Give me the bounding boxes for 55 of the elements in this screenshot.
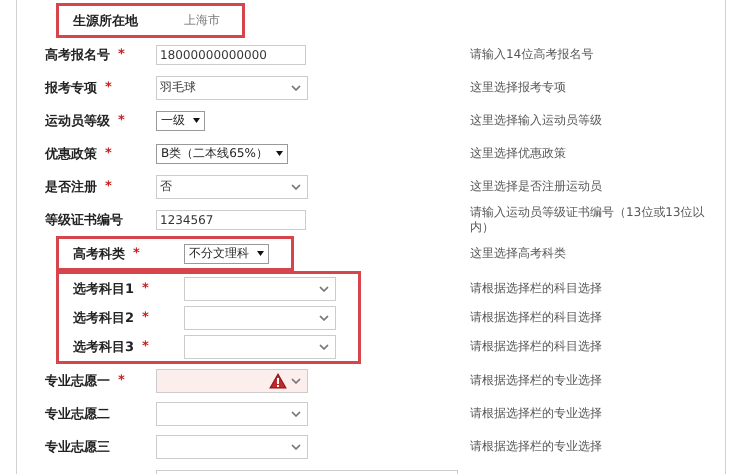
select-field[interactable] [156,402,308,426]
hint-text: 请根据选择栏的科目选择 [470,310,603,325]
field-label: 高考科类 [73,246,125,262]
required-mark: * [105,80,112,95]
select-field[interactable] [156,434,308,458]
hint-text: 请根据选择栏的专业选择 [470,406,603,421]
field-label: 专业志愿一 [45,372,110,390]
hint-text: 这里选择输入运动员等级 [470,113,603,128]
field-label: 选考科目3 [73,338,134,356]
field-label: 报考专项 [45,80,97,96]
hint-text: 这里选择高考科类 [470,246,567,261]
field-label: 专业志愿三 [45,438,110,456]
hint-text: 请根据选择栏的专业选择 [470,373,603,388]
field-label: 运动员等级 [45,112,110,130]
select-field[interactable] [184,306,336,330]
hint-text: 这里选择优惠政策 [470,146,567,161]
required-mark: * [118,47,125,62]
caret-icon [193,118,200,123]
required-mark: * [142,281,149,296]
select-field[interactable] [184,276,336,300]
field-label: 是否注册 [45,178,97,196]
input-field[interactable]: 18000000000000 [156,44,306,64]
hint-text: 请输入14位高考报名号 [470,47,594,62]
select-field[interactable] [184,334,336,358]
select-field[interactable]: 羽毛球 [156,76,308,100]
dropdown[interactable]: 不分文理科 [184,244,269,264]
required-mark: * [118,113,125,128]
field-label: 等级证书编号 [45,212,123,228]
hint-text: 请输入运动员等级证书编号（13位或13位以内） [470,204,705,234]
hint-text: 这里选择报考专项 [470,80,567,95]
required-mark: * [133,246,140,261]
field-label: 选考科目2 [73,310,134,326]
hint-text: 请根据选择栏的专业选择 [470,439,603,454]
hint-text: 这里选择是否注册运动员 [470,179,603,194]
select-field[interactable] [156,368,308,392]
field-label: 生源所在地 [73,12,138,30]
field-label: 优惠政策 [45,146,97,162]
caret-icon [276,151,283,156]
field-label: 专业志愿二 [45,406,110,422]
hint-text: 请根据选择栏的科目选择 [470,339,603,354]
required-mark: * [142,339,149,354]
field-label: 选考科目1 [73,280,134,298]
input-field[interactable]: 1234567 [156,210,306,230]
dropdown[interactable]: 一级 [156,110,205,130]
caret-icon [257,251,264,256]
dropdown[interactable]: B类（二本线65%） [156,144,288,164]
warning-icon [269,372,287,388]
field-label: 高考报名号 [45,46,110,64]
select-field[interactable]: 否 [156,174,308,198]
required-mark: * [105,179,112,194]
hint-text: 请根据选择栏的科目选择 [470,281,603,296]
field-value: 上海市 [184,12,220,29]
required-mark: * [118,373,125,388]
required-mark: * [105,146,112,161]
required-mark: * [142,310,149,325]
